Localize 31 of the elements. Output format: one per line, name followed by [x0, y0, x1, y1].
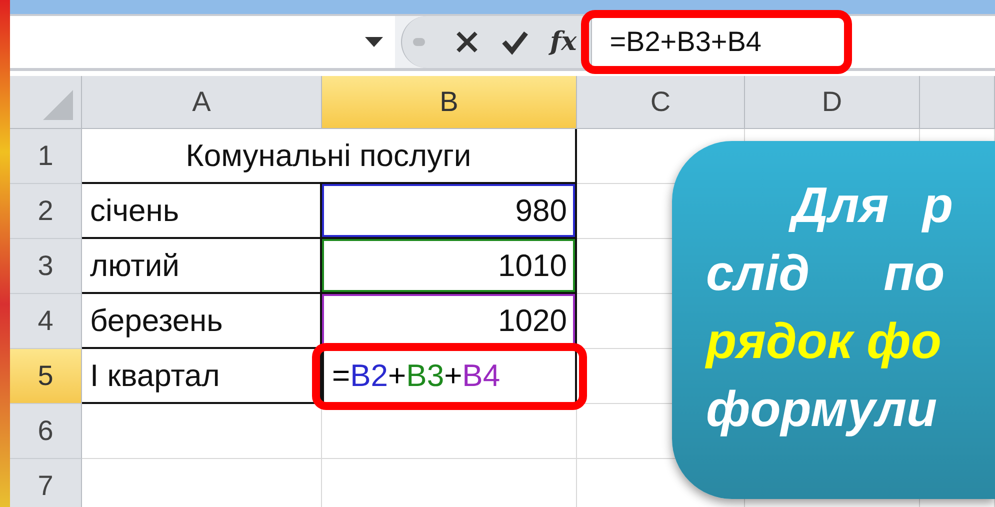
column-header[interactable]: D	[745, 76, 920, 129]
table-cell: лютий	[82, 239, 322, 294]
formula-field[interactable]: =B2+B3+B4	[590, 16, 995, 68]
insert-function-button[interactable]: fx	[550, 27, 577, 57]
table-cell: 1010	[322, 239, 577, 294]
table-cell: Комунальні послуги	[82, 129, 577, 184]
column-header[interactable]: C	[577, 76, 745, 129]
row-header[interactable]: 3	[10, 239, 82, 294]
column-header[interactable]: B	[322, 76, 577, 129]
column-header[interactable]	[920, 76, 995, 129]
select-all-icon[interactable]	[43, 90, 73, 120]
table-cell: січень	[82, 184, 322, 239]
table-cell: 1020	[322, 294, 577, 349]
callout-text: слід по	[706, 244, 945, 303]
column-header[interactable]: A	[82, 76, 322, 129]
resize-handle[interactable]	[401, 16, 436, 68]
row-header[interactable]: 7	[10, 459, 82, 507]
row-header[interactable]: 4	[10, 294, 82, 349]
callout-text: рядок фо	[706, 312, 942, 371]
row-header[interactable]: 1	[10, 129, 82, 184]
dropdown-icon[interactable]	[365, 37, 383, 47]
row-header[interactable]: 5	[10, 349, 82, 404]
row-header[interactable]: 2	[10, 184, 82, 239]
formula-cell[interactable]: =B2+B3+B4	[322, 349, 577, 404]
table-cell: березень	[82, 294, 322, 349]
row-header[interactable]: 6	[10, 404, 82, 459]
close-icon[interactable]	[454, 29, 480, 55]
check-icon[interactable]	[502, 29, 528, 55]
callout-text: формули	[706, 380, 938, 439]
table-cell: 980	[322, 184, 577, 239]
table-cell: І квартал	[82, 349, 322, 404]
